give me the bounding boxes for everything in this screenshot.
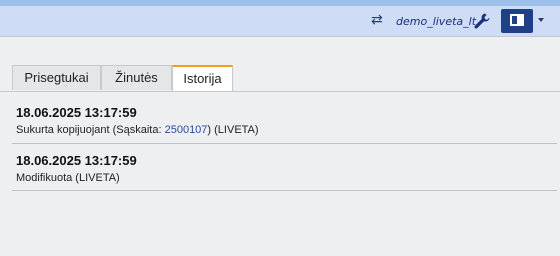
entry-description: Modifikuota (LIVETA) — [16, 172, 120, 184]
username-label[interactable]: demo_liveta_lt — [396, 15, 476, 28]
entry-text-suffix: ) (LIVETA) — [207, 124, 259, 136]
entry-text-prefix: Sukurta kopijuojant (Sąskaita: — [16, 124, 165, 136]
header-bar: ⇄ demo_liveta_lt — [0, 6, 560, 37]
tab-messages[interactable]: Žinutės — [101, 65, 172, 90]
tab-attachments[interactable]: Prisegtukai — [12, 65, 101, 90]
tab-history[interactable]: Istorija — [172, 65, 233, 92]
invoice-link[interactable]: 2500107 — [165, 124, 208, 136]
swap-icon[interactable]: ⇄ — [371, 13, 383, 27]
layout-panel-icon — [510, 14, 524, 26]
layout-toggle-button[interactable] — [501, 9, 533, 33]
tab-divider — [0, 91, 560, 92]
entry-description: Sukurta kopijuojant (Sąskaita: 2500107) … — [16, 124, 259, 136]
entry-separator — [12, 190, 557, 191]
wrench-icon[interactable] — [472, 11, 492, 31]
entry-datetime: 18.06.2025 13:17:59 — [16, 105, 137, 120]
entry-datetime: 18.06.2025 13:17:59 — [16, 153, 137, 168]
chevron-down-icon[interactable] — [538, 18, 544, 22]
entry-separator — [12, 143, 557, 144]
